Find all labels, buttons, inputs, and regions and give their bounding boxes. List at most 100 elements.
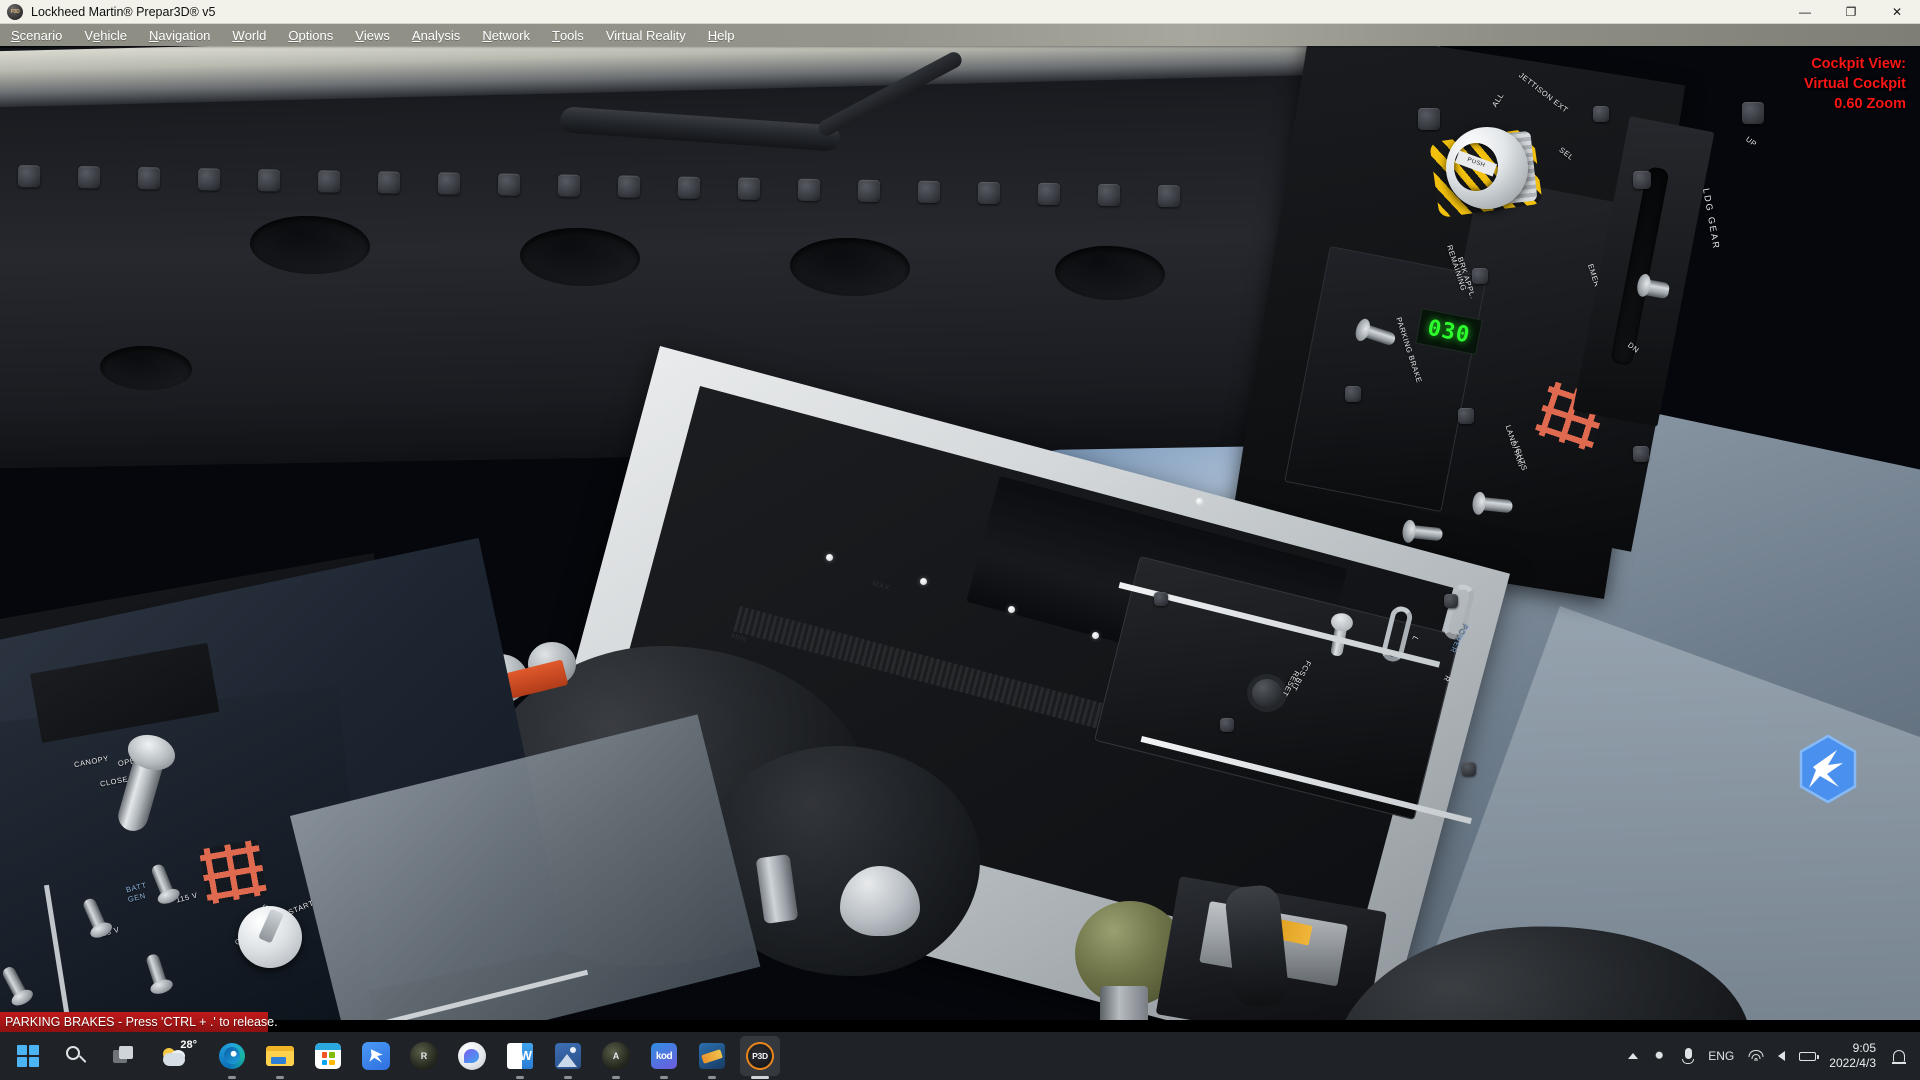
tray-icon-misc[interactable] (1645, 1034, 1675, 1078)
photos-icon (555, 1043, 581, 1069)
search-icon (65, 1045, 87, 1067)
bolt (1444, 594, 1458, 608)
aux-switch-outboard[interactable] (1407, 524, 1444, 542)
menu-item-views[interactable]: Views (344, 24, 401, 46)
menu-item-options[interactable]: Options (277, 24, 344, 46)
language-indicator[interactable]: ENG (1701, 1034, 1741, 1078)
taskbar-item-circle[interactable] (452, 1036, 492, 1076)
battery-icon (1799, 1051, 1820, 1061)
bolt (617, 175, 641, 198)
weather-icon: 28° (161, 1039, 197, 1070)
maximize-button[interactable]: ❐ (1828, 0, 1874, 24)
land-taxi-light-switch[interactable] (1477, 496, 1514, 514)
store-icon (315, 1043, 341, 1069)
panel-screw (1092, 632, 1099, 639)
bolt (1633, 171, 1651, 189)
menu-item-world[interactable]: World (221, 24, 277, 46)
show-hidden-icons-button[interactable] (1621, 1034, 1645, 1078)
taskbar-item-explorer[interactable] (260, 1036, 300, 1079)
taskbar-item-kod[interactable]: kod (644, 1036, 684, 1079)
chevron-up-icon (1628, 1053, 1639, 1059)
menu-item-scenario[interactable]: Scenario (0, 24, 73, 46)
speaker-icon (1778, 1051, 1786, 1061)
taskbar-item-game2[interactable] (692, 1036, 732, 1079)
close-button[interactable]: ✕ (1874, 0, 1920, 24)
task-view-button[interactable] (104, 1036, 144, 1076)
p3d-app-icon: P3D (7, 3, 23, 20)
fcs-reset-button[interactable] (1252, 679, 1282, 707)
bolt (1462, 762, 1476, 776)
circle-icon (458, 1042, 486, 1070)
engine-start-selector[interactable] (238, 906, 302, 968)
bolt (317, 170, 341, 193)
running-indicator (516, 1076, 524, 1079)
bolt (437, 172, 461, 195)
taskbar-item-bird[interactable] (356, 1036, 396, 1076)
clock-time: 9:05 (1852, 1041, 1876, 1055)
bolt (977, 181, 1001, 205)
system-tray: ENG 9:05 2022/4/3 (1621, 1032, 1920, 1080)
battery-button[interactable] (1792, 1034, 1823, 1078)
microphone-icon (1682, 1048, 1695, 1064)
taskbar-item-store[interactable] (308, 1036, 348, 1076)
virtual-cockpit-viewport[interactable]: PUSH ALL JETTISON EXT SEL REMAINING BRK … (0, 46, 1920, 1020)
ldg-gear-up-label: UP (1743, 134, 1759, 149)
bolt (1037, 182, 1061, 206)
taskbar-item-edge[interactable] (212, 1036, 252, 1079)
bolt (1633, 446, 1649, 462)
menu-item-navigation[interactable]: Navigation (138, 24, 221, 46)
bolt (797, 178, 821, 202)
running-indicator (228, 1076, 236, 1079)
view-info-line-2: Virtual Cockpit (1803, 76, 1906, 92)
wifi-icon (1748, 1050, 1764, 1062)
bolt (1220, 718, 1234, 732)
microphone-button[interactable] (1675, 1034, 1701, 1078)
kod-icon: kod (651, 1043, 677, 1069)
notifications-button[interactable] (1886, 1034, 1912, 1078)
menu-item-vehicle[interactable]: Ve hicle (73, 24, 138, 46)
bird-icon (362, 1042, 390, 1070)
bolt (917, 180, 941, 204)
start-button[interactable] (8, 1036, 48, 1076)
bolt (857, 179, 881, 203)
bolt (1742, 102, 1764, 124)
throttle-shaft (1100, 986, 1148, 1020)
menu-item-analysis[interactable]: Analysis (401, 24, 471, 46)
bolt (137, 167, 161, 190)
title-bar: P3D Lockheed Martin® Prepar3D® v5 — ❐ ✕ (0, 0, 1920, 24)
menu-item-help[interactable]: Help (697, 24, 746, 46)
p3d-icon: P3D (746, 1042, 774, 1070)
widgets-weather-button[interactable]: 28° (152, 1036, 204, 1076)
hummingbird-hex-icon[interactable] (1797, 734, 1859, 804)
taskbar-item-photos[interactable] (548, 1036, 588, 1079)
bluetooth-icon (1652, 1048, 1669, 1064)
panel-screw (920, 578, 927, 585)
bolt (377, 171, 401, 194)
rgame-icon: A (602, 1042, 630, 1070)
bolt (17, 165, 41, 188)
menu-item-tools[interactable]: Tools (541, 24, 595, 46)
view-info-overlay: Cockpit View: Virtual Cockpit 0.60 Zoom (1804, 54, 1906, 114)
running-indicator-active (751, 1076, 769, 1079)
bolt (1154, 592, 1168, 606)
clock[interactable]: 9:05 2022/4/3 (1823, 1034, 1886, 1078)
volume-button[interactable] (1771, 1034, 1792, 1078)
network-button[interactable] (1741, 1034, 1771, 1078)
bolt (557, 174, 581, 197)
menu-item-network[interactable]: Network (471, 24, 541, 46)
left-red-guard[interactable] (198, 839, 268, 905)
window-title: Lockheed Martin® Prepar3D® v5 (31, 4, 216, 19)
running-indicator (708, 1076, 716, 1079)
taskbar-item-game[interactable]: A (596, 1036, 636, 1079)
taskbar-item-p3d[interactable]: P3D (740, 1036, 780, 1079)
running-indicator (276, 1076, 284, 1079)
panel-screw (826, 554, 833, 561)
running-indicator (564, 1076, 572, 1079)
menu-item-virtual-reality[interactable]: Virtual Reality (595, 24, 697, 46)
search-button[interactable] (56, 1036, 96, 1076)
taskbar-item-rgame[interactable]: R (404, 1036, 444, 1076)
minimize-button[interactable]: — (1782, 0, 1828, 24)
taskbar-item-word[interactable]: W (500, 1036, 540, 1079)
stores-jettison-control[interactable]: PUSH (1429, 121, 1543, 225)
running-indicator (612, 1076, 620, 1079)
